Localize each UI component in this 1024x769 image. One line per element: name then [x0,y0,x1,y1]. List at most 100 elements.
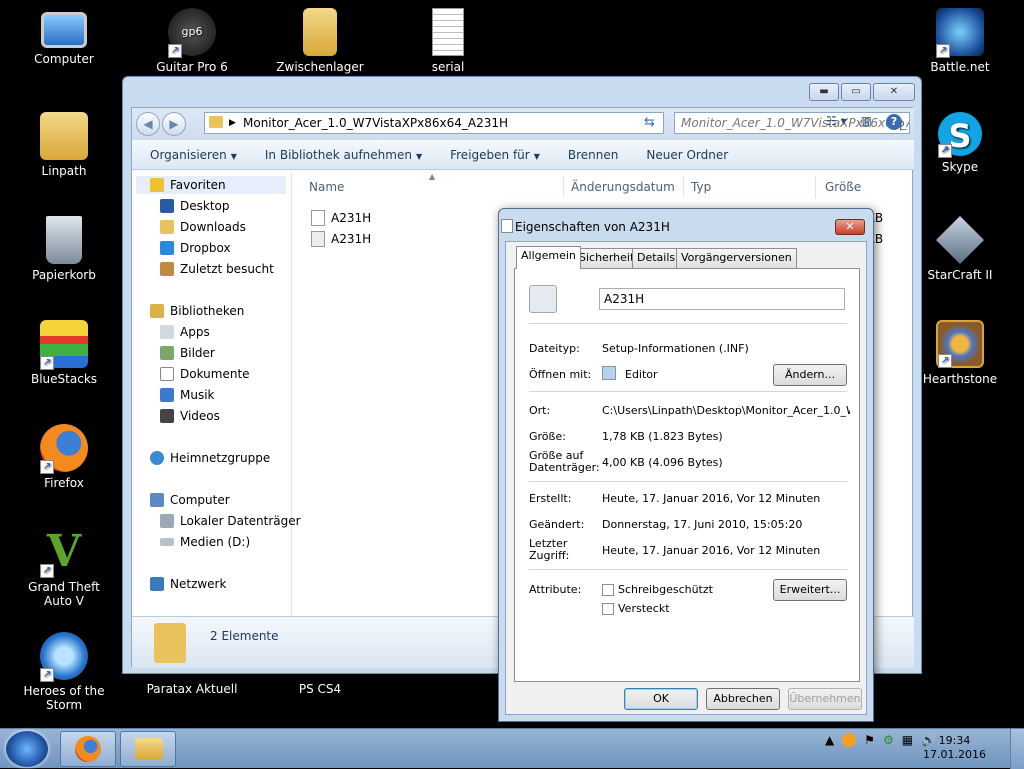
nav-label: Heimnetzgruppe [170,451,271,465]
checkbox-box[interactable] [602,584,614,596]
desktop-icon-recycle-bin[interactable]: Papierkorb [16,216,112,282]
desktop-icon-linpath[interactable]: Linpath [16,112,112,178]
tab-details[interactable]: Details [632,248,681,268]
desktop-icon-hearthstone[interactable]: ↗ Hearthstone [912,320,1008,386]
properties-dialog[interactable]: Eigenschaften von A231H ✕ Allgemein Sich… [498,208,874,722]
close-button[interactable]: ✕ [835,219,865,235]
nav-computer[interactable]: Computer [150,491,230,509]
desktop-icon-guitar-pro[interactable]: gp6 ↗ Guitar Pro 6 [144,8,240,74]
start-button[interactable] [6,731,48,767]
minimize-button[interactable]: ▬ [809,83,839,101]
shortcut-arrow-icon: ↗ [40,564,54,578]
advanced-button[interactable]: Erweitert... [773,579,847,601]
column-separator[interactable] [563,176,564,198]
nav-music[interactable]: Musik [160,386,215,404]
forward-button[interactable]: ▶ [162,112,186,136]
network-icon[interactable]: ▦ [902,733,913,747]
desktop-icon-zwischenlager[interactable]: Zwischenlager [272,8,368,74]
tab-previous-versions[interactable]: Vorgängerversionen [676,248,797,268]
nav-videos[interactable]: Videos [160,407,220,425]
ok-button[interactable]: OK [624,688,698,710]
general-tab-panel: A231H Dateityp: Setup-Informationen (.IN… [514,268,860,682]
readonly-checkbox[interactable]: Schreibgeschützt [602,583,713,596]
column-separator[interactable] [683,176,684,198]
column-header-size[interactable]: Größe [825,180,861,194]
column-header-type[interactable]: Typ [691,180,711,194]
desktop-icon-heroes[interactable]: ↗ Heroes of the Storm [16,632,112,712]
apply-button[interactable]: Übernehmen [788,688,862,710]
desktop-icon-starcraft[interactable]: StarCraft II [912,216,1008,282]
filename-input[interactable]: A231H [599,288,845,310]
maximize-button[interactable]: ▭ [841,83,871,101]
nav-label: Favoriten [170,178,226,192]
cancel-button[interactable]: Abbrechen [706,688,780,710]
navigation-pane: Favoriten Desktop Downloads Dropbox Zule… [132,172,301,616]
desktop-icon-label: Paratax Aktuell [146,682,238,696]
desktop-icon-skype[interactable]: S ↗ Skype [912,112,1008,174]
checkbox-box[interactable] [602,603,614,615]
network-icon [150,577,164,591]
accessed-label: Letzter Zugriff: [529,537,570,562]
refresh-icon[interactable]: ⇆ [644,115,655,130]
nav-homegroup[interactable]: Heimnetzgruppe [150,449,270,467]
column-header-name[interactable]: Name [309,180,344,194]
nav-favorites[interactable]: Favoriten [136,176,286,194]
size-value: 1,78 KB (1.823 Bytes) [602,430,723,443]
nav-downloads[interactable]: Downloads [160,218,246,236]
action-center-icon[interactable]: ⚑ [864,733,875,747]
column-header-date[interactable]: Änderungsdatum [571,180,675,194]
taskbar-firefox-button[interactable] [60,731,116,767]
new-folder-button[interactable]: Neuer Ordner [646,148,728,162]
tab-security[interactable]: Sicherheit [574,248,640,268]
desktop-icon-ps-cs4[interactable]: PS CS4 [272,682,368,696]
nav-label: Dropbox [180,241,231,255]
show-hidden-icons[interactable]: ▲ [825,733,834,747]
desktop-icon-label: Firefox [44,476,84,490]
desktop-icon-gta5[interactable]: V ↗ Grand Theft Auto V [16,528,112,609]
nav-recent[interactable]: Zuletzt besucht [160,260,274,278]
opens-with-label: Öffnen mit: [529,368,592,381]
column-separator[interactable] [815,176,816,198]
desktop-icon-bluestacks[interactable]: ↗ BlueStacks [16,320,112,386]
created-label: Erstellt: [529,492,572,505]
organize-button[interactable]: Organisieren ▼ [150,148,237,162]
view-options-icon[interactable]: ☷ ▾ [826,114,847,130]
nav-local-disk[interactable]: Lokaler Datenträger [160,512,301,530]
include-library-button[interactable]: In Bibliothek aufnehmen ▼ [265,148,422,162]
desktop-icon-label: Skype [941,160,979,174]
taskbar-explorer-button[interactable] [120,731,176,767]
show-desktop-button[interactable] [1010,729,1024,769]
nav-label: Netzwerk [170,577,227,591]
nav-pictures[interactable]: Bilder [160,344,215,362]
nav-network[interactable]: Netzwerk [150,575,226,593]
preview-pane-icon[interactable]: ▥ [861,114,872,130]
share-button[interactable]: Freigeben für ▼ [450,148,540,162]
network-status-icon[interactable]: ⚙ [883,733,894,747]
close-button[interactable]: ✕ [873,83,915,101]
help-icon[interactable]: ? [886,114,902,130]
attributes-label: Attribute: [529,583,582,596]
desktop-icon-firefox[interactable]: ↗ Firefox [16,424,112,490]
desktop-icon-computer[interactable]: Computer [16,8,112,66]
nav-dropbox[interactable]: Dropbox [160,239,231,257]
setup-info-file-icon [501,219,513,233]
nav-media-d[interactable]: Medien (D:) [160,533,250,551]
back-button[interactable]: ◀ [136,112,160,136]
tab-general[interactable]: Allgemein [516,246,581,269]
hidden-checkbox[interactable]: Versteckt [602,602,670,615]
avast-icon[interactable] [842,733,857,747]
desktop-icon-serial[interactable]: serial [400,8,496,74]
desktop-icon-paratax[interactable]: Paratax Aktuell [144,682,240,696]
breadcrumb-arrow-icon[interactable]: ▶ [229,113,236,133]
nav-apps[interactable]: Apps [160,323,210,341]
nav-libraries[interactable]: Bibliotheken [150,302,244,320]
desktop-icon-battlenet[interactable]: ↗ Battle.net [912,8,1008,74]
address-bar[interactable]: ▶ Monitor_Acer_1.0_W7VistaXPx86x64_A231H [204,112,664,134]
change-button[interactable]: Ändern... [773,364,847,386]
nav-desktop[interactable]: Desktop [160,197,230,215]
window-controls: ▬ ▭ ✕ [809,83,915,101]
clock[interactable]: 19:34 17.01.2016 [923,734,986,762]
nav-documents[interactable]: Dokumente [160,365,250,383]
burn-button[interactable]: Brennen [568,148,618,162]
dropbox-icon [160,241,174,255]
